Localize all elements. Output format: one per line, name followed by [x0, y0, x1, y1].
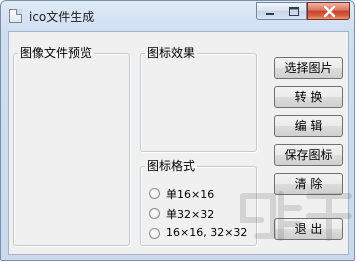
image-preview-label: 图像文件预览 — [20, 46, 93, 60]
title-bar[interactable]: ico文件生成 — [1, 1, 354, 31]
edit-button[interactable]: 编 辑 — [274, 115, 343, 137]
radio-button[interactable] — [149, 208, 160, 219]
icon-effect-label: 图标效果 — [147, 46, 196, 60]
radio-button[interactable] — [149, 228, 160, 239]
close-button[interactable] — [307, 2, 350, 20]
radio-button[interactable] — [149, 188, 160, 199]
save-icon-button[interactable]: 保存图标 — [274, 144, 343, 166]
format-option-label: 16×16, 32×32 — [166, 226, 248, 239]
maximize-button[interactable] — [281, 2, 307, 20]
close-icon — [323, 5, 336, 18]
window-title: ico文件生成 — [29, 10, 95, 24]
icon-format-label: 图标格式 — [147, 159, 196, 173]
minimize-button[interactable] — [256, 2, 282, 20]
select-image-button[interactable]: 选择图片 — [274, 57, 343, 79]
maximize-icon — [289, 7, 299, 16]
document-icon — [9, 9, 22, 23]
watermark-logo — [240, 191, 352, 241]
format-option-label: 单32×32 — [166, 208, 215, 221]
convert-button[interactable]: 转 换 — [274, 86, 343, 108]
image-preview-group: 图像文件预览 — [13, 46, 130, 246]
format-option-label: 单16×16 — [166, 188, 215, 201]
icon-effect-group: 图标效果 — [140, 46, 257, 152]
minimize-icon — [266, 13, 274, 15]
app-window: ico文件生成 图像文件预览 图标效果 图标格式 单16×16 单32×32 1… — [0, 0, 355, 261]
